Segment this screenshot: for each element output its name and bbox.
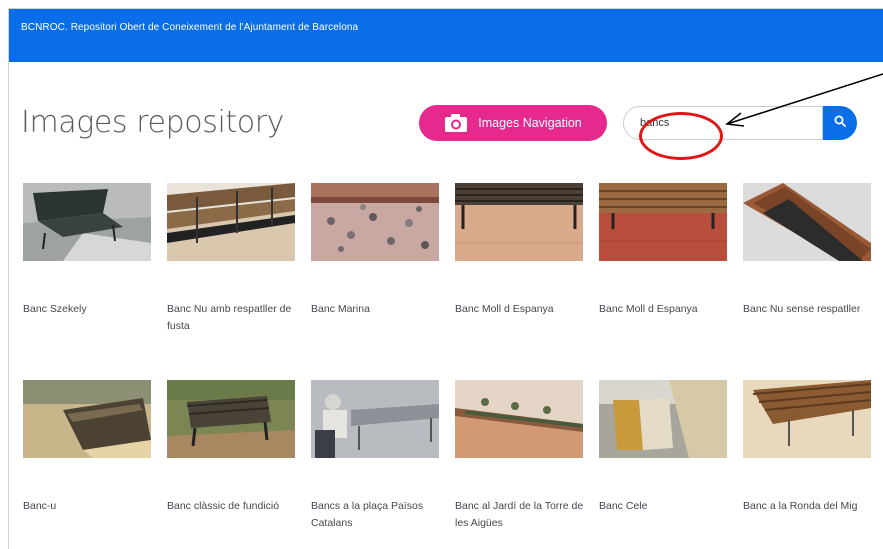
bench-thumbnail	[311, 183, 439, 261]
top-bar: BCNROC. Repositori Obert de Coneixement …	[9, 9, 883, 62]
images-navigation-button[interactable]: Images Navigation	[419, 105, 607, 141]
images-navigation-label: Images Navigation	[478, 116, 582, 130]
search-icon	[834, 114, 846, 132]
page-frame: BCNROC. Repositori Obert de Coneixement …	[8, 8, 883, 549]
bench-thumbnail	[455, 380, 583, 458]
gallery-item-title: Banc-u	[23, 500, 57, 512]
gallery-item-title: Banc clàssic de fundició	[167, 500, 280, 512]
gallery-item-title: Banc Cele	[599, 500, 648, 512]
gallery-item[interactable]: Banc Moll d Espanya	[455, 183, 585, 318]
gallery-item-title: Banc Nu amb respatller de fusta	[167, 303, 292, 332]
gallery-item-title: Banc a la Ronda del Mig	[743, 500, 858, 512]
gallery-item[interactable]: Banc clàssic de fundició	[167, 380, 297, 515]
search-input[interactable]	[623, 106, 823, 140]
gallery-item[interactable]: Bancs a la plaça Països Catalans	[311, 380, 441, 532]
page-title: Images repository	[21, 105, 284, 140]
search-button[interactable]	[823, 106, 857, 140]
gallery-item-title: Banc Marina	[311, 303, 370, 315]
gallery-item[interactable]: Banc Nu sense respatller	[743, 183, 873, 318]
gallery-item-title: Banc Moll d Espanya	[599, 303, 698, 315]
bench-thumbnail	[743, 183, 871, 261]
bench-thumbnail	[599, 380, 727, 458]
gallery-item[interactable]: Banc-u	[23, 380, 153, 515]
gallery-item-title: Banc Nu sense respatller	[743, 303, 861, 315]
bench-thumbnail	[599, 183, 727, 261]
site-title-link[interactable]: BCNROC. Repositori Obert de Coneixement …	[21, 22, 358, 33]
bench-thumbnail	[167, 183, 295, 261]
gallery-item-title: Bancs a la plaça Països Catalans	[311, 500, 424, 529]
gallery-item[interactable]: Banc Nu amb respatller de fusta	[167, 183, 297, 335]
camera-icon	[444, 113, 468, 133]
gallery-item-title: Banc al Jardí de la Torre de les Aigües	[455, 500, 584, 529]
gallery-item[interactable]: Banc Cele	[599, 380, 729, 515]
gallery-item[interactable]: Banc al Jardí de la Torre de les Aigües	[455, 380, 585, 532]
gallery-item-title: Banc Szekely	[23, 303, 87, 315]
gallery-item[interactable]: Banc Moll d Espanya	[599, 183, 729, 318]
bench-thumbnail	[23, 380, 151, 458]
bench-thumbnail	[167, 380, 295, 458]
bench-thumbnail	[311, 380, 439, 458]
gallery-item-title: Banc Moll d Espanya	[455, 303, 554, 315]
gallery-item[interactable]: Banc Szekely	[23, 183, 153, 318]
gallery-item[interactable]: Banc a la Ronda del Mig	[743, 380, 873, 515]
search-bar	[623, 106, 857, 140]
bench-thumbnail	[455, 183, 583, 261]
bench-thumbnail	[743, 380, 871, 458]
gallery-item[interactable]: Banc Marina	[311, 183, 441, 318]
bench-thumbnail	[23, 183, 151, 261]
